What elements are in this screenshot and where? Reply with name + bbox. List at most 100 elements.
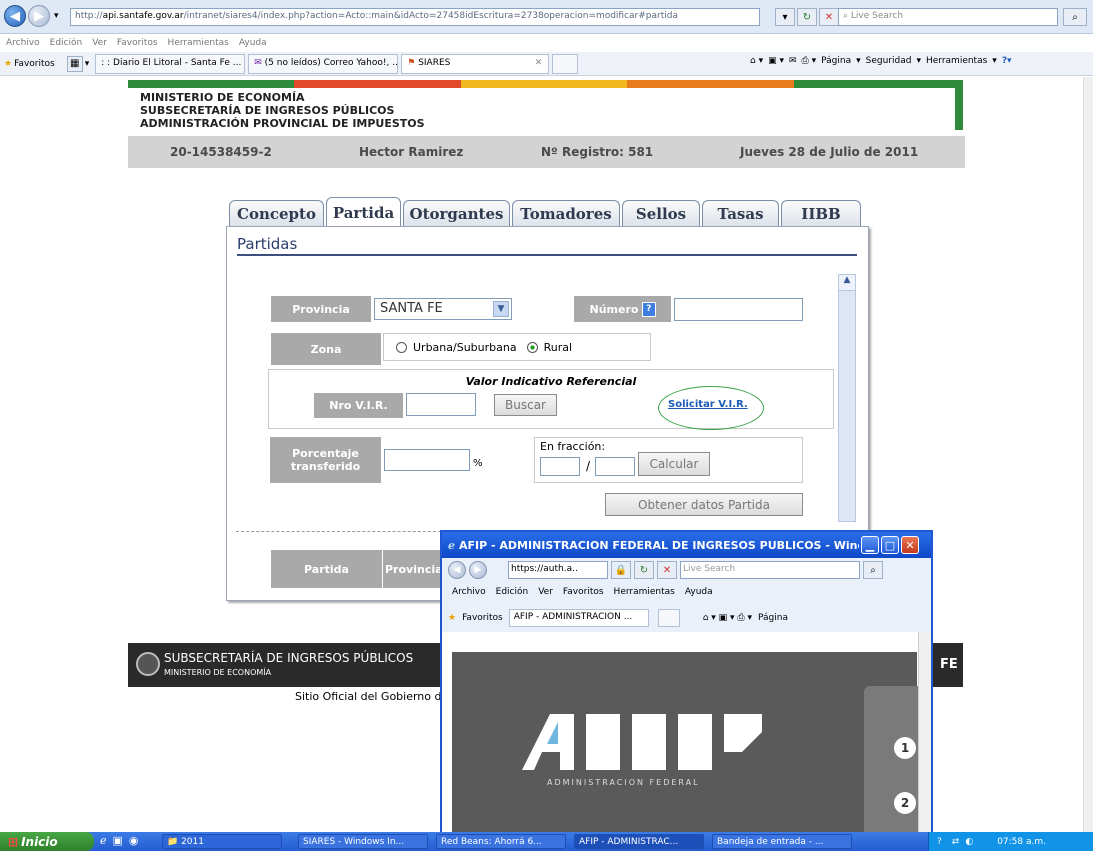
taskbar-red-beans[interactable]: Red Beans: Ahorrá 6... xyxy=(436,834,566,849)
tab-tasas[interactable]: Tasas xyxy=(702,200,779,226)
media-quicklaunch-icon[interactable]: ◉ xyxy=(129,834,139,847)
popup-menu-ayuda[interactable]: Ayuda xyxy=(685,587,713,597)
new-tab-button[interactable] xyxy=(552,53,579,74)
popup-menu-favoritos[interactable]: Favoritos xyxy=(563,587,604,597)
tray-help-icon[interactable]: ? xyxy=(937,837,942,847)
close-tab-icon[interactable]: ✕ xyxy=(535,58,543,68)
favorites-button[interactable]: Favoritos xyxy=(14,59,55,69)
fraccion-denominator-input[interactable] xyxy=(595,457,635,476)
tab-diario-el-litoral[interactable]: : : Diario El Litoral - Santa Fe ... xyxy=(95,53,246,74)
tab-tomadores[interactable]: Tomadores xyxy=(512,200,620,226)
popup-forward-button[interactable]: ▶ xyxy=(469,561,487,579)
chevron-down-icon[interactable]: ▼ xyxy=(493,301,509,317)
popup-tab-afip[interactable]: AFIP - ADMINISTRACION ... xyxy=(508,609,649,627)
fraccion-numerator-input[interactable] xyxy=(540,457,580,476)
calcular-button[interactable]: Calcular xyxy=(638,452,710,476)
herramientas-menu[interactable]: Herramientas xyxy=(926,56,987,66)
registro-number: Nº Registro: 581 xyxy=(541,145,654,159)
popup-menu-archivo[interactable]: Archivo xyxy=(452,587,486,597)
taskbar-afip[interactable]: AFIP - ADMINISTRAC... xyxy=(574,834,704,849)
radio-rural[interactable] xyxy=(526,342,538,353)
tab-iibb[interactable]: IIBB xyxy=(781,200,861,226)
ie-quicklaunch-icon[interactable]: ℯ xyxy=(100,834,107,847)
tab-siares[interactable]: ⚑ SIARES ✕ xyxy=(401,53,550,74)
porcentaje-label: Porcentaje transferido xyxy=(270,437,381,483)
maximize-button[interactable]: □ xyxy=(881,536,899,554)
menu-herramientas[interactable]: Herramientas xyxy=(168,38,229,48)
help-icon[interactable]: ?▾ xyxy=(1002,56,1012,66)
popup-scrollbar[interactable] xyxy=(918,632,931,832)
close-button[interactable]: ✕ xyxy=(901,536,919,554)
header-side-bar xyxy=(955,80,963,130)
refresh-icon[interactable]: ↻ xyxy=(797,8,817,26)
taskbar-folder-2011[interactable]: 📁 2011 xyxy=(162,834,282,849)
url-dropdown-icon[interactable]: ▾ xyxy=(775,8,795,26)
popup-title-bar[interactable]: ℯ AFIP - ADMINISTRACION FEDERAL DE INGRE… xyxy=(442,532,931,558)
taskbar-bandeja[interactable]: Bandeja de entrada - ... xyxy=(712,834,852,849)
back-button[interactable]: ◀ xyxy=(4,5,26,27)
tray-volume-icon[interactable]: ◐ xyxy=(965,837,973,847)
obtener-datos-button[interactable]: Obtener datos Partida xyxy=(605,493,803,516)
menu-edicion[interactable]: Edición xyxy=(50,38,83,48)
scroll-up-icon[interactable]: ▲ xyxy=(839,275,855,291)
panel-scrollbar[interactable]: ▲ xyxy=(838,274,856,522)
popup-pagina-menu[interactable]: Página xyxy=(758,613,788,623)
popup-back-button[interactable]: ◀ xyxy=(448,561,466,579)
feeds-icon[interactable]: ▣ ▾ xyxy=(768,56,784,66)
popup-stop-icon[interactable]: ✕ xyxy=(657,561,677,579)
solicitar-vir-link[interactable]: Solicitar V.I.R. xyxy=(668,399,748,410)
tab-sellos[interactable]: Sellos xyxy=(622,200,700,226)
popup-new-tab[interactable] xyxy=(657,609,680,627)
buscar-button[interactable]: Buscar xyxy=(494,394,557,416)
search-button-icon[interactable]: ⌕ xyxy=(1063,8,1087,26)
user-info-bar: 20-14538459-2 Hector Ramirez Nº Registro… xyxy=(128,136,965,168)
nav-buttons: ◀ ▶ ▾ xyxy=(4,5,59,27)
desktop-quicklaunch-icon[interactable]: ▣ xyxy=(113,834,123,847)
lock-icon[interactable]: 🔒 xyxy=(611,561,631,579)
step-2-badge[interactable]: 2 xyxy=(894,792,916,814)
popup-search-input[interactable]: Live Search xyxy=(680,561,860,579)
tab-partida[interactable]: Partida xyxy=(326,197,401,227)
mail-icon[interactable]: ✉ xyxy=(789,56,797,66)
taskbar-siares[interactable]: SIARES - Windows In... xyxy=(298,834,428,849)
popup-url-field[interactable]: https://auth.a.. xyxy=(508,561,608,579)
home-icon[interactable]: ⌂ ▾ xyxy=(750,56,763,66)
provincia-select[interactable]: SANTA FE ▼ xyxy=(374,298,512,320)
popup-menu-herramientas[interactable]: Herramientas xyxy=(614,587,675,597)
help-icon[interactable]: ? xyxy=(642,301,656,317)
pagina-menu[interactable]: Página xyxy=(821,56,851,66)
popup-refresh-icon[interactable]: ↻ xyxy=(634,561,654,579)
porcentaje-input[interactable] xyxy=(384,449,470,471)
step-1-badge[interactable]: 1 xyxy=(894,737,916,759)
menu-archivo[interactable]: Archivo xyxy=(6,38,40,48)
history-dropdown-icon[interactable]: ▾ xyxy=(54,11,59,21)
tab-otorgantes[interactable]: Otorgantes xyxy=(403,200,510,226)
stop-icon[interactable]: ✕ xyxy=(819,8,839,26)
minimize-button[interactable]: ▁ xyxy=(861,536,879,554)
popup-menu-edicion[interactable]: Edición xyxy=(496,587,529,597)
tab-list-dropdown-icon[interactable]: ▾ xyxy=(85,59,90,69)
live-search-input[interactable]: ⌕ Live Search xyxy=(838,8,1058,26)
forward-button[interactable]: ▶ xyxy=(28,5,50,27)
menu-ver[interactable]: Ver xyxy=(92,38,107,48)
popup-favorites-button[interactable]: Favoritos xyxy=(462,613,503,623)
tab-concepto[interactable]: Concepto xyxy=(229,200,324,226)
popup-home-icon[interactable]: ⌂ ▾ ▣ ▾ ⎙ ▾ xyxy=(703,613,752,623)
vir-input[interactable] xyxy=(406,393,476,416)
menu-ayuda[interactable]: Ayuda xyxy=(239,38,267,48)
tray-network-icon[interactable]: ⇄ xyxy=(952,837,960,847)
live-search-placeholder: Live Search xyxy=(850,11,904,21)
popup-menu-ver[interactable]: Ver xyxy=(538,587,553,597)
radio-urbana[interactable] xyxy=(396,342,407,353)
tab-correo-yahoo[interactable]: ✉ (5 no leídos) Correo Yahoo!, ... xyxy=(248,53,399,74)
page-scrollbar[interactable] xyxy=(1083,77,1093,832)
menu-favoritos[interactable]: Favoritos xyxy=(117,38,158,48)
seguridad-menu[interactable]: Seguridad xyxy=(866,56,912,66)
url-field[interactable]: http://api.santafe.gov.ar/intranet/siare… xyxy=(70,8,760,26)
quick-tabs-icon[interactable]: ▦ xyxy=(66,55,83,72)
print-icon[interactable]: ⎙ ▾ xyxy=(802,56,817,66)
start-button[interactable]: ⊞ Inicio xyxy=(0,832,94,851)
numero-input[interactable] xyxy=(674,298,803,321)
tab-otorgantes-label: Otorgantes xyxy=(409,204,504,223)
popup-search-icon[interactable]: ⌕ xyxy=(863,561,883,579)
